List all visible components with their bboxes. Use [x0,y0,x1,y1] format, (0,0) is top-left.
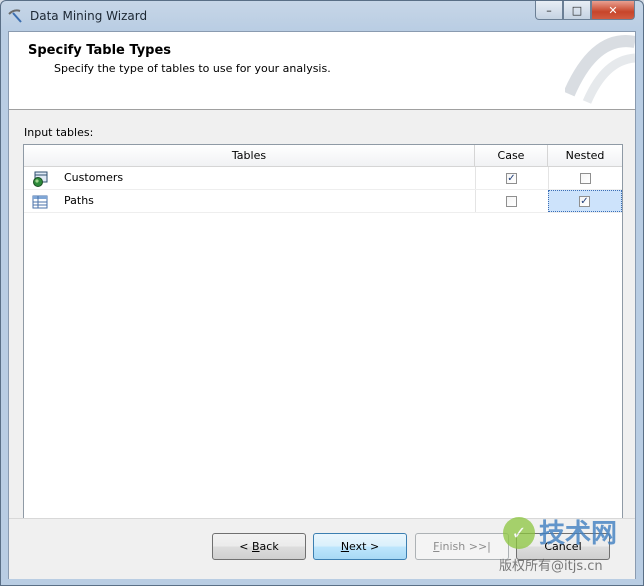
page-title: Specify Table Types [28,43,172,58]
wizard-banner-art [565,35,635,104]
back-mnemonic: B [252,540,260,553]
caption-buttons: – □ ✕ [535,1,635,21]
nested-cell[interactable] [548,167,622,189]
finish-button[interactable]: Finish >>| [415,533,509,560]
pickaxe-icon [8,9,22,23]
maximize-button[interactable]: □ [563,1,591,20]
wizard-header: Specify Table Types Specify the type of … [9,32,635,110]
input-tables-grid[interactable]: Tables Case Nested Customers ✓ Paths ✓ [23,144,623,519]
watermark: ✓ 技术网 版权所有@itjs.cn [497,513,643,585]
row-table-name: Paths [64,194,94,207]
title-bar[interactable]: Data Mining Wizard – □ ✕ [1,1,643,31]
table-row[interactable]: Paths ✓ [24,190,622,213]
table-row[interactable]: Customers ✓ [24,167,622,190]
table-grid-icon [32,195,48,209]
column-header-case[interactable]: Case [475,145,548,166]
column-header-nested[interactable]: Nested [548,145,622,166]
back-button[interactable]: < Back [212,533,306,560]
back-rest: ack [259,540,279,553]
page-subtitle: Specify the type of tables to use for yo… [54,62,331,75]
close-button[interactable]: ✕ [591,1,635,20]
grid-header: Tables Case Nested [24,145,622,167]
watermark-url: 版权所有@itjs.cn [499,559,603,574]
wizard-client-area: Specify Table Types Specify the type of … [8,31,636,579]
row-table-name: Customers [64,171,124,184]
finish-rest: inish >>| [439,540,491,553]
case-cell[interactable]: ✓ [475,167,548,189]
column-header-tables[interactable]: Tables [24,145,475,166]
case-checkbox[interactable] [506,196,517,207]
nested-cell-selected[interactable]: ✓ [548,190,622,212]
case-cell[interactable] [475,190,548,212]
input-tables-label: Input tables: [24,126,94,139]
watermark-logo-icon: ✓ [503,517,535,549]
watermark-text: 技术网 [539,519,618,549]
nested-checkbox[interactable] [580,173,591,184]
window-title: Data Mining Wizard [30,9,148,23]
next-button[interactable]: Next > [313,533,407,560]
back-prefix: < [239,540,252,553]
next-rest: ext > [349,540,380,553]
nested-checkbox[interactable]: ✓ [579,196,590,207]
wizard-window: Data Mining Wizard – □ ✕ Specify Table T… [0,0,644,586]
next-mnemonic: N [340,540,350,553]
case-checkbox[interactable]: ✓ [506,173,517,184]
database-table-icon [33,171,48,187]
minimize-button[interactable]: – [535,1,563,20]
